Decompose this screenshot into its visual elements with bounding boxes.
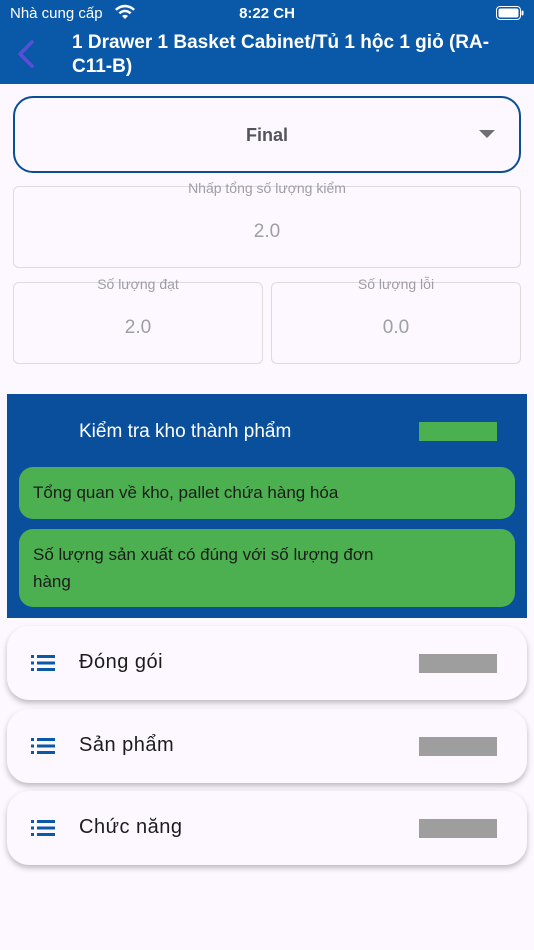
section-label: Sản phẩm	[79, 734, 175, 756]
list-icon	[31, 655, 55, 671]
page-title: 1 Drawer 1 Basket Cabinet/Tủ 1 hộc 1 giỏ…	[72, 32, 490, 77]
section-status-bar	[419, 654, 497, 673]
section-label: Đóng gói	[79, 651, 164, 673]
fail-quantity-value: 0.0	[382, 317, 410, 338]
app-header: Nhà cung cấp 8:22 CH 1 Drawer 1 Basket C…	[0, 0, 534, 84]
stage-dropdown-value: Final	[245, 125, 288, 145]
section-function[interactable]: Chức năng	[7, 791, 527, 865]
battery-icon	[496, 6, 524, 20]
section-status-bar	[419, 819, 497, 838]
section-status-bar	[419, 737, 497, 756]
section-warehouse-check[interactable]: Kiểm tra kho thành phẩm Tổng quan về kho…	[7, 394, 527, 618]
total-quantity-value: 2.0	[253, 221, 281, 242]
status-bar: Nhà cung cấp 8:22 CH	[0, 0, 534, 30]
section-label: Chức năng	[79, 816, 183, 838]
pass-quantity-field[interactable]: Số lượng đạt 2.0	[13, 277, 263, 364]
total-quantity-label: Nhấp tổng số lượng kiểm	[188, 180, 346, 196]
section-packaging[interactable]: Đóng gói	[7, 626, 527, 700]
back-button[interactable]	[12, 38, 42, 70]
section-product[interactable]: Sản phẩm	[7, 709, 527, 783]
list-icon	[31, 738, 55, 754]
fail-quantity-label: Số lượng lỗi	[357, 276, 435, 292]
triangle-down-icon	[479, 130, 495, 138]
clock: 8:22 CH	[239, 5, 295, 22]
pass-quantity-label: Số lượng đạt	[97, 276, 179, 292]
fail-quantity-field[interactable]: Số lượng lỗi 0.0	[271, 277, 521, 364]
checklist-item[interactable]: Tổng quan về kho, pallet chứa hàng hóa	[19, 467, 515, 519]
pass-quantity-value: 2.0	[124, 317, 152, 338]
section-status-bar	[419, 422, 497, 441]
chevron-left-icon	[18, 40, 34, 68]
section-title: Kiểm tra kho thành phẩm	[79, 421, 292, 442]
checklist-item[interactable]: Số lượng sản xuất có đúng với số lượng đ…	[19, 529, 515, 607]
list-icon	[31, 820, 55, 836]
total-quantity-field[interactable]: Nhấp tổng số lượng kiểm 2.0	[13, 181, 521, 268]
stage-dropdown[interactable]: Final	[13, 96, 521, 173]
